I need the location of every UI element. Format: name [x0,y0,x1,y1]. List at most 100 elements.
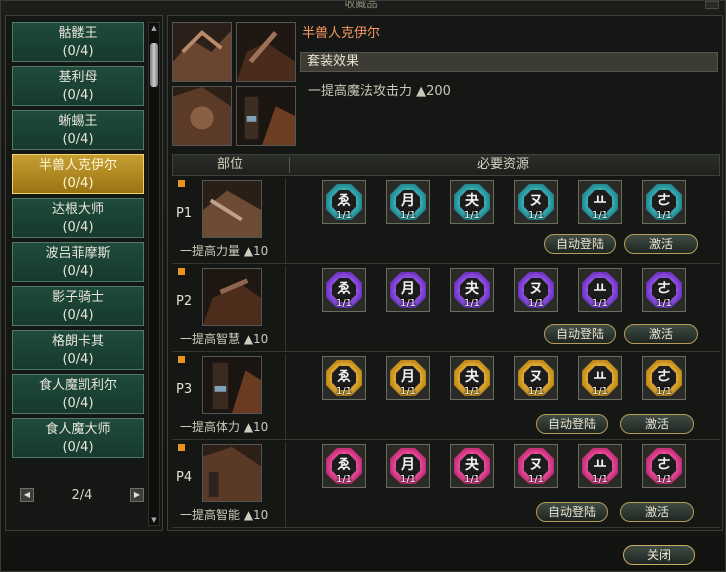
rune-slot[interactable]: ㄜ 1/1 [642,444,686,488]
page-indicator: 2/4 [71,488,93,503]
boss-list: 骷髅王 (0/4) 基利母 (0/4) 蜥蜴王 (0/4) 半兽人克伊尔 (0/4) 达根大师 (… [12,22,144,462]
rune-count: 1/1 [655,474,673,485]
boss-progress: (0/4) [62,220,94,235]
part-stat: 一提高力量 ▲10 [180,244,269,258]
boss-list-item[interactable]: 骷髅王 (0/4) [12,22,144,62]
scroll-up-icon[interactable]: ▲ [149,23,159,33]
collection-window: 收藏品 骷髅王 (0/4) 基利母 (0/4) 蜥蜴王 (0/4) 半兽人克伊尔 (0/4) 达… [0,0,726,572]
rune-slot[interactable]: 夬 1/1 [450,356,494,400]
rune-count: 1/1 [335,474,353,485]
rune-count: 1/1 [591,474,609,485]
pager: 2/4 ◀ ▶ [20,488,144,504]
part-image [202,180,262,238]
boss-list-item[interactable]: 半兽人克伊尔 (0/4) [12,154,144,194]
part-image [202,268,262,326]
boss-list-item[interactable]: 食人魔大师 (0/4) [12,418,144,458]
boss-list-item[interactable]: 基利母 (0/4) [12,66,144,106]
rune-slot[interactable]: 夬 1/1 [450,268,494,312]
parts-table-header: 部位 必要资源 [172,154,720,176]
boss-name: 食人魔凯利尔 [38,378,117,393]
rune-slot[interactable]: ゑ 1/1 [322,356,366,400]
part-info: P4 一提高智能 ▲10 [172,442,286,528]
auto-register-button[interactable]: 自动登陆 [536,414,608,434]
boss-list-item[interactable]: 达根大师 (0/4) [12,198,144,238]
boss-progress: (0/4) [62,440,94,455]
scroll-thumb[interactable] [150,43,158,87]
boss-name: 骷髅王 [58,26,98,41]
boss-progress: (0/4) [62,396,94,411]
auto-register-button[interactable]: 自动登陆 [544,324,616,344]
rune-count: 1/1 [399,210,417,221]
boss-progress: (0/4) [62,352,94,367]
window-title: 收藏品 [344,1,378,9]
rune-slot[interactable]: 月 1/1 [386,444,430,488]
boss-list-item[interactable]: 波吕菲摩斯 (0/4) [12,242,144,282]
rune-count: 1/1 [335,386,353,397]
part-image [202,356,262,414]
boss-list-item[interactable]: 格朗卡其 (0/4) [12,330,144,370]
set-effect-header: 套装效果 [300,52,718,72]
set-piece-image-1 [172,22,232,82]
rune-count: 1/1 [399,474,417,485]
rune-slot[interactable]: ㄜ 1/1 [642,180,686,224]
rune-slot[interactable]: ゑ 1/1 [322,444,366,488]
rune-slot[interactable]: ヌ 1/1 [514,180,558,224]
close-button[interactable]: 关闭 [623,545,695,565]
scroll-down-icon[interactable]: ▼ [149,515,159,525]
activate-button[interactable]: 激活 [620,414,694,434]
prev-page-icon[interactable]: ◀ [20,488,34,502]
boss-name: 基利母 [58,70,98,85]
boss-name: 影子骑士 [51,290,104,305]
auto-register-button[interactable]: 自动登陆 [544,234,616,254]
rune-count: 1/1 [335,298,353,309]
boss-list-item[interactable]: 食人魔凯利尔 (0/4) [12,374,144,414]
set-piece-image-3 [172,86,232,146]
boss-progress: (0/4) [62,88,94,103]
rune-slot[interactable]: 夬 1/1 [450,180,494,224]
part-row: P2 一提高智慧 ▲10 ゑ 1/1 月 1/1 夬 1/1 ヌ 1/1 ㅛ 1/1 ㄜ 1/1 自动登陆激… [172,266,720,352]
part-image [202,444,262,502]
part-info: P3 一提高体力 ▲10 [172,354,286,440]
boss-list-item[interactable]: 蜥蜴王 (0/4) [12,110,144,150]
rune-slot[interactable]: ㅛ 1/1 [578,444,622,488]
part-row: P4 一提高智能 ▲10 ゑ 1/1 月 1/1 夬 1/1 ヌ 1/1 ㅛ 1/1 ㄜ 1/1 自动登陆激… [172,442,720,528]
activate-button[interactable]: 激活 [620,502,694,522]
rune-slot[interactable]: ヌ 1/1 [514,444,558,488]
rune-slot[interactable]: 月 1/1 [386,356,430,400]
rune-slot[interactable]: 月 1/1 [386,180,430,224]
rune-count: 1/1 [591,210,609,221]
rune-slot[interactable]: ヌ 1/1 [514,356,558,400]
part-marker-icon [178,356,185,363]
rune-slot[interactable]: ㅛ 1/1 [578,356,622,400]
boss-name: 波吕菲摩斯 [45,246,111,261]
part-label: P2 [176,294,193,309]
next-page-icon[interactable]: ▶ [130,488,144,502]
boss-name: 蜥蜴王 [58,114,98,129]
rune-slot[interactable]: 夬 1/1 [450,444,494,488]
header-divider [289,157,290,173]
boss-list-panel: 骷髅王 (0/4) 基利母 (0/4) 蜥蜴王 (0/4) 半兽人克伊尔 (0/4) 达根大师 (… [5,15,163,531]
rune-slot[interactable]: 月 1/1 [386,268,430,312]
rune-count: 1/1 [463,210,481,221]
rune-slot[interactable]: ㄜ 1/1 [642,356,686,400]
activate-button[interactable]: 激活 [624,234,698,254]
part-row: P3 一提高体力 ▲10 ゑ 1/1 月 1/1 夬 1/1 ヌ 1/1 ㅛ 1/1 ㄜ 1/1 自动登陆激… [172,354,720,440]
boss-name: 半兽人克伊尔 [38,158,117,173]
rune-count: 1/1 [655,386,673,397]
part-label: P4 [176,470,193,485]
rune-slot[interactable]: ヌ 1/1 [514,268,558,312]
set-piece-image-2 [236,22,296,82]
rune-slot[interactable]: ゑ 1/1 [322,268,366,312]
auto-register-button[interactable]: 自动登陆 [536,502,608,522]
activate-button[interactable]: 激活 [624,324,698,344]
rune-slot[interactable]: ㄜ 1/1 [642,268,686,312]
part-label: P3 [176,382,193,397]
window-close-icon[interactable] [705,1,719,9]
boss-list-item[interactable]: 影子骑士 (0/4) [12,286,144,326]
rune-slot[interactable]: ゑ 1/1 [322,180,366,224]
set-effect-text: 一提高魔法攻击力 ▲200 [308,84,451,99]
boss-list-scrollbar[interactable]: ▲ ▼ [148,22,160,526]
rune-count: 1/1 [463,474,481,485]
rune-slot[interactable]: ㅛ 1/1 [578,268,622,312]
rune-slot[interactable]: ㅛ 1/1 [578,180,622,224]
